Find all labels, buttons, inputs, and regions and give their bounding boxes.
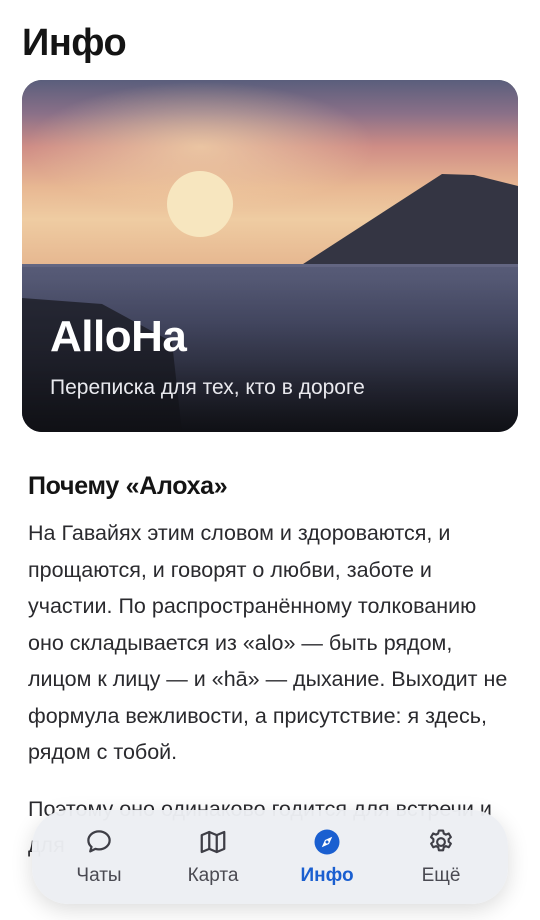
hero-title: AlloHa <box>50 312 187 361</box>
bottom-tab-bar: Чаты Карта Инфо Ещё <box>32 810 508 904</box>
tab-map[interactable]: Карта <box>163 817 263 897</box>
tab-more[interactable]: Ещё <box>391 817 491 897</box>
map-icon <box>200 830 226 854</box>
chat-bubble-icon <box>87 830 111 853</box>
gear-icon <box>429 829 452 852</box>
section-body: На Гавайях этим словом и здороваются, и … <box>28 521 508 764</box>
hero-subtitle: Переписка для тех, кто в дороге <box>50 376 365 399</box>
tab-chats[interactable]: Чаты <box>49 817 149 897</box>
tab-map-label: Карта <box>187 865 239 886</box>
section-title: Почему «Алоха» <box>28 472 228 500</box>
tab-info-label: Инфо <box>300 865 354 886</box>
tab-chats-label: Чаты <box>76 865 122 886</box>
tab-more-label: Ещё <box>421 865 461 886</box>
hero-banner: AlloHa Переписка для тех, кто в дороге <box>22 80 518 432</box>
compass-icon <box>314 829 340 855</box>
about-section: Почему «Алоха» На Гавайях этим словом и … <box>28 472 512 864</box>
tab-info[interactable]: Инфо <box>277 817 377 897</box>
page-title: Инфо <box>22 22 127 64</box>
